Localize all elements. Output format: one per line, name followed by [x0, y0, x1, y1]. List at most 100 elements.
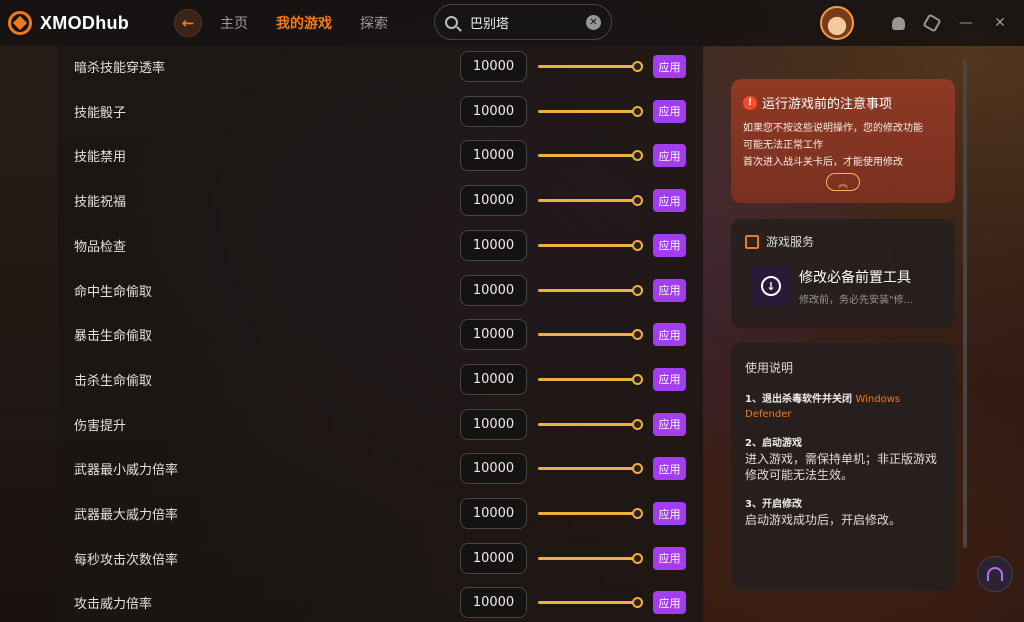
- service-item-prereq-tool[interactable]: ↓ 修改必备前置工具 修改前，务必先安装"修...: [751, 266, 941, 306]
- apply-button[interactable]: 应用: [653, 55, 686, 78]
- slider-thumb[interactable]: [632, 373, 643, 385]
- apply-button[interactable]: 应用: [653, 233, 686, 257]
- download-icon: ↓: [761, 276, 781, 296]
- slider-thumb[interactable]: [632, 597, 643, 609]
- mod-label: 伤害提升: [74, 418, 127, 434]
- apply-button[interactable]: 应用: [653, 412, 686, 436]
- mod-label: 攻击威力倍率: [74, 597, 153, 613]
- mod-slider[interactable]: [538, 105, 643, 117]
- step-head: 1、退出杀毒软件并关闭: [745, 394, 852, 405]
- nav-item-home[interactable]: 主页: [220, 13, 248, 33]
- slider-thumb[interactable]: [632, 329, 643, 341]
- scrollbar[interactable]: [963, 58, 967, 548]
- mod-slider[interactable]: [538, 150, 643, 162]
- service-title: 游戏服务: [766, 235, 815, 249]
- mod-slider[interactable]: [538, 239, 643, 251]
- mod-row: 武器最小威力倍率 10000 应用: [58, 446, 703, 491]
- mod-value-input[interactable]: 10000: [460, 229, 527, 261]
- mod-value-input[interactable]: 10000: [460, 274, 527, 306]
- mod-value-input[interactable]: 10000: [460, 319, 527, 351]
- nav-item-my-games[interactable]: 我的游戏: [276, 13, 332, 33]
- search-input[interactable]: 巴别塔 ✕: [434, 4, 612, 40]
- mod-slider[interactable]: [538, 418, 643, 430]
- mod-value-input[interactable]: 10000: [460, 408, 527, 440]
- slider-thumb[interactable]: [632, 508, 643, 519]
- mod-label: 物品检查: [74, 239, 127, 255]
- mod-row: 暴击生命偷取 10000 应用: [58, 312, 703, 357]
- mod-value-input[interactable]: 10000: [460, 542, 527, 574]
- slider-thumb[interactable]: [632, 150, 643, 162]
- mod-slider[interactable]: [538, 463, 643, 475]
- mod-slider[interactable]: [538, 508, 643, 519]
- mod-value-input[interactable]: 10000: [460, 95, 527, 127]
- slider-thumb[interactable]: [632, 61, 643, 72]
- slider-thumb[interactable]: [632, 418, 643, 430]
- box-icon: [745, 234, 759, 249]
- apply-button[interactable]: 应用: [653, 189, 686, 213]
- minimize-icon[interactable]: —: [956, 13, 976, 33]
- mod-row: 攻击威力倍率 10000 应用: [58, 580, 703, 622]
- mod-row: 技能骰子 10000 应用: [58, 89, 703, 134]
- apply-button[interactable]: 应用: [653, 367, 686, 391]
- apply-button[interactable]: 应用: [653, 144, 686, 168]
- service-item-sub: 修改前，务必先安装"修...: [799, 294, 914, 306]
- mod-label: 每秒攻击次数倍率: [74, 552, 179, 568]
- notice-line: 首次进入战斗关卡后，才能使用修改: [743, 157, 903, 168]
- back-button[interactable]: ←: [174, 9, 202, 37]
- apply-button[interactable]: 应用: [653, 457, 686, 481]
- support-button[interactable]: [977, 556, 1013, 592]
- apply-button[interactable]: 应用: [653, 99, 686, 123]
- mod-slider[interactable]: [538, 597, 643, 609]
- mod-row: 命中生命偷取 10000 应用: [58, 268, 703, 313]
- notice-card: ! 运行游戏前的注意事项 如果您不按这些说明操作，您的修改功能 可能无法正常工作…: [731, 79, 955, 203]
- mod-value-input[interactable]: 10000: [460, 140, 527, 172]
- usage-step: 2、启动游戏 进入游戏，需保持单机；非正版游戏修改可能无法生效。: [745, 436, 941, 483]
- mod-value-input[interactable]: 10000: [460, 51, 527, 82]
- mod-label: 武器最大威力倍率: [74, 508, 179, 523]
- notification-icon[interactable]: [888, 13, 908, 33]
- mod-slider[interactable]: [538, 552, 643, 564]
- mod-label: 武器最小威力倍率: [74, 463, 179, 479]
- apply-button[interactable]: 应用: [653, 546, 686, 570]
- mod-row: 技能禁用 10000 应用: [58, 133, 703, 178]
- usage-title: 使用说明: [745, 361, 794, 375]
- mod-slider[interactable]: [538, 373, 643, 385]
- settings-icon[interactable]: [922, 13, 942, 33]
- mod-value-input[interactable]: 10000: [460, 498, 527, 529]
- apply-button[interactable]: 应用: [653, 278, 686, 302]
- mod-value-input[interactable]: 10000: [460, 363, 527, 395]
- slider-thumb[interactable]: [632, 463, 643, 475]
- mod-slider[interactable]: [538, 329, 643, 341]
- mod-value-input[interactable]: 10000: [460, 453, 527, 485]
- mod-value-input[interactable]: 10000: [460, 587, 527, 619]
- slider-thumb[interactable]: [632, 195, 643, 207]
- slider-thumb[interactable]: [632, 239, 643, 251]
- apply-button[interactable]: 应用: [653, 591, 686, 615]
- mod-row: 每秒攻击次数倍率 10000 应用: [58, 536, 703, 581]
- slider-thumb[interactable]: [632, 284, 643, 296]
- slider-thumb[interactable]: [632, 552, 643, 564]
- mod-row: 伤害提升 10000 应用: [58, 402, 703, 447]
- mod-slider[interactable]: [538, 284, 643, 296]
- apply-button[interactable]: 应用: [653, 323, 686, 347]
- mod-label: 技能祝福: [74, 195, 127, 211]
- search-value: 巴别塔: [470, 16, 510, 32]
- mod-value-input[interactable]: 10000: [460, 185, 527, 217]
- game-service-card: 游戏服务 ↓ 修改必备前置工具 修改前，务必先安装"修...: [731, 219, 955, 328]
- service-item-title: 修改必备前置工具: [799, 269, 911, 286]
- slider-thumb[interactable]: [632, 105, 643, 117]
- step-body: 进入游戏，需保持单机；非正版游戏修改可能无法生效。: [745, 452, 938, 482]
- avatar[interactable]: [820, 6, 854, 40]
- mod-slider[interactable]: [538, 195, 643, 207]
- clear-search-icon[interactable]: ✕: [586, 14, 601, 30]
- mod-row: 击杀生命偷取 10000 应用: [58, 357, 703, 402]
- collapse-button[interactable]: ︽: [826, 173, 860, 191]
- nav-item-explore[interactable]: 探索: [360, 13, 388, 33]
- apply-button[interactable]: 应用: [653, 502, 686, 525]
- arrow-left-icon: ←: [181, 14, 195, 32]
- notice-line: 如果您不按这些说明操作，您的修改功能: [743, 123, 923, 134]
- mod-label: 技能禁用: [74, 150, 127, 166]
- close-icon[interactable]: ✕: [990, 13, 1010, 33]
- app-logo[interactable]: XMODhub: [8, 11, 158, 35]
- mod-slider[interactable]: [538, 61, 643, 72]
